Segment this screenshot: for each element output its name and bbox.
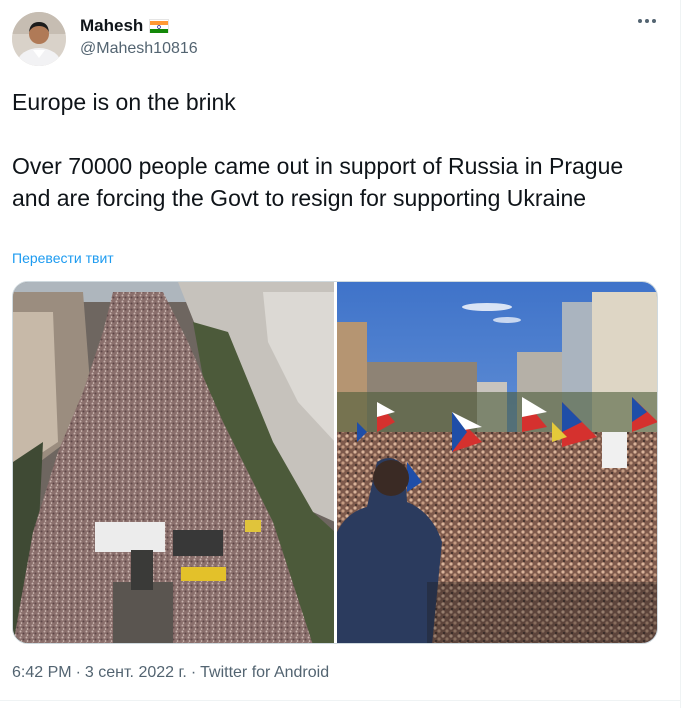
tweet-metadata: 6:42 PM · 3 сент. 2022 г. · Twitter for Andr… [12, 664, 329, 682]
photo-aerial-crowd[interactable] [13, 282, 334, 643]
translate-tweet-link[interactable]: Перевести твит [12, 250, 114, 266]
tweet: Mahesh @Mahesh10816 Europe is on the bri… [0, 0, 681, 708]
avatar[interactable] [12, 12, 66, 66]
photo-crowd-with-flags[interactable] [336, 282, 657, 643]
divider [0, 700, 680, 701]
tweet-date[interactable]: 3 сент. 2022 г. [85, 664, 187, 681]
tweet-time[interactable]: 6:42 PM [12, 664, 72, 681]
tweet-media [12, 281, 658, 644]
author-name-row: Mahesh [80, 16, 170, 36]
author-handle[interactable]: @Mahesh10816 [80, 40, 198, 58]
more-horizontal-icon[interactable] [636, 10, 658, 32]
tweet-source[interactable]: Twitter for Android [200, 664, 329, 681]
tweet-text: Europe is on the brink Over 70000 people… [12, 89, 624, 211]
india-flag-icon [149, 19, 170, 33]
author-display-name[interactable]: Mahesh [80, 16, 143, 36]
separator-dot: · [190, 664, 197, 681]
separator-dot: · [75, 664, 81, 681]
